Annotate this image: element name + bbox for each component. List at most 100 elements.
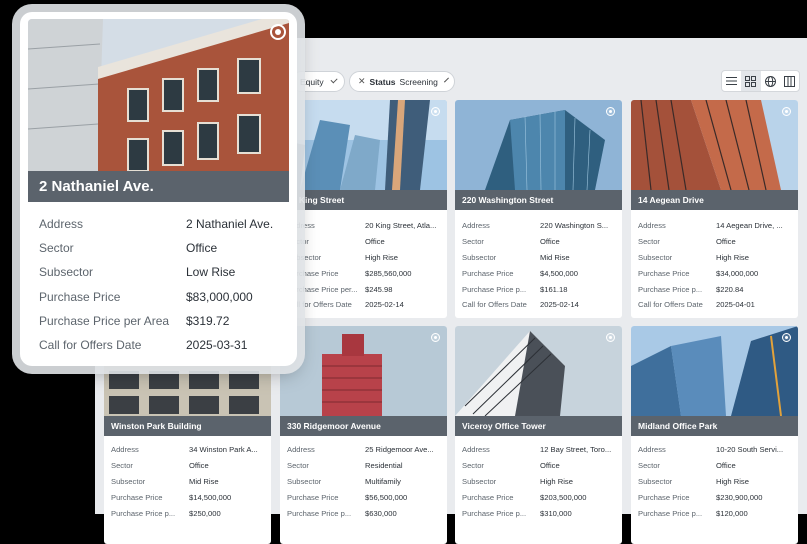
field-label: Subsector — [287, 252, 322, 262]
chevron-down-icon — [443, 77, 449, 83]
property-card[interactable]: Midland Office Park Address 10-20 South S… — [631, 326, 798, 544]
field-label: Purchase Price — [462, 492, 514, 502]
list-icon — [726, 76, 738, 86]
property-card[interactable]: 20 King Street Address 20 King Street, At… — [280, 100, 447, 318]
filter-value: Screening — [399, 76, 438, 87]
card-title: Winston Park Building — [104, 416, 271, 436]
field-value: 25 Ridgemoor Ave... — [365, 445, 434, 455]
field-value: Low Rise — [186, 265, 236, 280]
field-label: Sector — [638, 237, 660, 247]
field-label: Purchase Price p... — [462, 284, 527, 294]
property-card[interactable]: 330 Ridgemoor Avenue Address 25 Ridgemoor… — [280, 326, 447, 544]
field-label: Sector — [111, 461, 133, 471]
globe-icon — [764, 75, 776, 87]
grid-icon — [745, 75, 757, 87]
field-label: Subsector — [111, 476, 146, 486]
featured-property-card[interactable]: 2 Nathaniel Ave. Address 2 Nathaniel Ave.… — [20, 12, 297, 366]
field-value: Office — [540, 461, 560, 471]
field-label: Sector — [462, 237, 484, 247]
field-value: $310,000 — [540, 508, 572, 518]
field-value: $34,000,000 — [716, 268, 759, 278]
field-label: Address — [462, 221, 490, 231]
field-value: $250,000 — [189, 508, 221, 518]
field-value: $161.18 — [540, 284, 568, 294]
field-value: High Rise — [716, 252, 749, 262]
field-label: Purchase Price p... — [111, 508, 176, 518]
field-label: Subsector — [462, 252, 497, 262]
field-value: 10-20 South Servi... — [716, 445, 784, 455]
card-details: Address 25 Ridgemoor Ave... Sector Residen… — [287, 442, 441, 521]
view-map-button[interactable] — [761, 71, 780, 91]
property-card[interactable]: 220 Washington Street Address 220 Washing… — [455, 100, 622, 318]
field-label: Address — [638, 445, 666, 455]
field-value: 2025-02-14 — [540, 300, 579, 310]
property-photo — [28, 19, 289, 171]
field-value: $56,500,000 — [365, 492, 408, 502]
card-details: Address 34 Winston Park A... Sector Office… — [111, 442, 265, 521]
select-radio[interactable] — [606, 333, 615, 342]
field-value: $245.98 — [365, 284, 393, 294]
select-radio[interactable] — [431, 107, 440, 116]
property-photo — [280, 100, 447, 190]
select-radio[interactable] — [431, 333, 440, 342]
field-label: Address — [39, 217, 84, 232]
field-label: Call for Offers Date — [638, 300, 703, 310]
view-columns-button[interactable] — [780, 71, 799, 91]
card-title: Midland Office Park — [631, 416, 798, 436]
field-value: $319.72 — [186, 313, 230, 328]
close-icon[interactable]: ✕ — [358, 76, 366, 87]
filter-label: Status — [369, 76, 396, 87]
field-label: Purchase Price — [638, 268, 690, 278]
card-title: 14 Aegean Drive — [631, 190, 798, 210]
select-radio[interactable] — [782, 333, 791, 342]
card-details: Address 220 Washington S... Sector Office … — [462, 218, 616, 313]
select-radio[interactable] — [270, 24, 286, 40]
select-radio[interactable] — [782, 107, 791, 116]
field-value: Mid Rise — [540, 252, 570, 262]
field-label: Purchase Price — [287, 268, 339, 278]
card-details: Address 12 Bay Street, Toro... Sector Offi… — [462, 442, 616, 521]
field-value: Office — [716, 461, 736, 471]
field-value: Office — [189, 461, 209, 471]
field-value: High Rise — [540, 476, 573, 486]
field-value: High Rise — [716, 476, 749, 486]
field-value: $230,900,000 — [716, 492, 763, 502]
select-radio[interactable] — [606, 107, 615, 116]
featured-details: Address 2 Nathaniel Ave. Sector Office Sub… — [39, 212, 287, 357]
field-label: Address — [287, 221, 315, 231]
field-value: Residential — [365, 461, 403, 471]
field-label: Purchase Price — [287, 492, 339, 502]
property-card[interactable]: Viceroy Office Tower Address 12 Bay Stree… — [455, 326, 622, 544]
card-details: Address 14 Aegean Drive, ... Sector Office… — [638, 218, 792, 313]
field-value: 14 Aegean Drive, ... — [716, 221, 783, 231]
chevron-down-icon — [330, 76, 338, 84]
field-label: Subsector — [638, 252, 673, 262]
field-label: Purchase Price per... — [287, 284, 358, 294]
field-value: $630,000 — [365, 508, 397, 518]
filter-chip-status[interactable]: ✕ Status Screening — [349, 71, 455, 92]
field-label: Call for Offers Date — [287, 300, 352, 310]
field-value: Office — [365, 237, 385, 247]
field-value: 2 Nathaniel Ave. — [186, 217, 274, 232]
field-value: $83,000,000 — [186, 289, 253, 304]
field-value: $285,560,000 — [365, 268, 412, 278]
field-label: Address — [287, 445, 315, 455]
field-label: Purchase Price — [111, 492, 163, 502]
filter-chip-type[interactable]: Equity — [291, 71, 345, 92]
field-label: Purchase Price — [462, 268, 514, 278]
field-label: Subsector — [638, 476, 673, 486]
view-toggle-group — [721, 70, 800, 92]
view-list-button[interactable] — [722, 71, 741, 91]
property-photo — [631, 100, 798, 190]
field-value: $120,000 — [716, 508, 748, 518]
card-title: 20 King Street — [280, 190, 447, 210]
field-label: Purchase Price per Area — [39, 313, 170, 328]
field-value: 34 Winston Park A... — [189, 445, 258, 455]
field-value: $220.84 — [716, 284, 744, 294]
field-label: Address — [638, 221, 666, 231]
card-title: Viceroy Office Tower — [455, 416, 622, 436]
view-grid-button[interactable] — [741, 71, 761, 91]
field-value: Office — [540, 237, 560, 247]
property-card[interactable]: 14 Aegean Drive Address 14 Aegean Drive, … — [631, 100, 798, 318]
field-label: Purchase Price p... — [638, 284, 703, 294]
